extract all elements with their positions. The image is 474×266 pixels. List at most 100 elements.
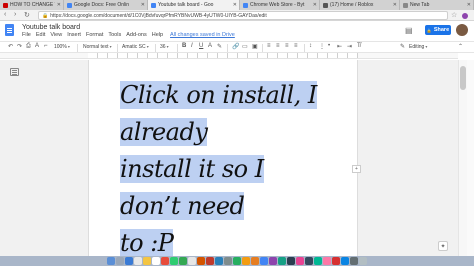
safari-icon[interactable] [125, 257, 133, 265]
launchpad-icon[interactable] [116, 257, 124, 265]
youtube-icon[interactable] [332, 257, 340, 265]
justify-icon[interactable]: ≡ [294, 43, 298, 49]
itunes-icon[interactable] [296, 257, 304, 265]
undo-icon[interactable]: ↶ [8, 43, 13, 50]
system-preferences-icon[interactable] [224, 257, 232, 265]
text-color-icon[interactable]: A [208, 43, 212, 49]
align-right-icon[interactable]: ≡ [285, 43, 289, 49]
bulleted-list-icon[interactable]: • [328, 43, 330, 49]
decrease-indent-icon[interactable]: ⇤ [337, 43, 342, 50]
increase-indent-icon[interactable]: ⇥ [347, 43, 352, 50]
back-icon[interactable]: ‹ [4, 11, 6, 18]
numbered-list-icon[interactable]: ⋮ [319, 43, 325, 50]
share-button[interactable]: 🔒 Share [425, 25, 451, 35]
notes-icon[interactable] [143, 257, 151, 265]
collapse-toolbar-icon[interactable]: ⌃ [458, 43, 463, 50]
app-store-icon[interactable] [215, 257, 223, 265]
add-comment-icon[interactable]: + [352, 165, 361, 173]
print-icon[interactable]: ⎙ [26, 43, 31, 50]
browser-tab[interactable]: (17) Home / Roblox ✕ [320, 0, 400, 10]
quicktime-icon[interactable] [305, 257, 313, 265]
selected-text-line[interactable]: Click on install, I already [120, 81, 317, 146]
link-icon[interactable]: 🔗 [232, 43, 239, 50]
browser-tab[interactable]: Google Docs: Free Onlin ✕ [64, 0, 148, 10]
robux-icon[interactable] [314, 257, 322, 265]
italic-icon[interactable]: I [191, 43, 193, 49]
document-body-text[interactable]: Click on install, I already install it s… [120, 77, 325, 262]
comment-icon[interactable]: ▭ [242, 43, 248, 50]
document-outline-icon[interactable] [10, 68, 19, 76]
menu-addons[interactable]: Add-ons [126, 32, 147, 38]
menu-view[interactable]: View [50, 32, 62, 38]
explore-icon[interactable]: ✦ [438, 241, 448, 251]
messages-icon[interactable] [170, 257, 178, 265]
redo-icon[interactable]: ↷ [17, 43, 22, 50]
garageband-icon[interactable] [323, 257, 331, 265]
finder-icon[interactable] [107, 257, 115, 265]
font-size-select[interactable]: 36 [160, 44, 169, 50]
comments-icon[interactable]: ▤ [405, 26, 413, 35]
avatar[interactable] [456, 24, 468, 36]
save-status[interactable]: All changes saved in Drive [170, 32, 235, 38]
style-select[interactable]: Normal text [83, 44, 112, 50]
menu-tools[interactable]: Tools [108, 32, 121, 38]
browser-tab[interactable]: Chrome Web Store - Byt ✕ [240, 0, 320, 10]
reminders-icon[interactable] [188, 257, 196, 265]
mail-icon[interactable] [341, 257, 349, 265]
calendar-icon[interactable] [152, 257, 160, 265]
downloads-icon[interactable] [350, 257, 358, 265]
editing-mode-select[interactable]: Editing [409, 44, 427, 50]
close-tab-icon[interactable]: ✕ [313, 2, 317, 8]
close-tab-icon[interactable]: ✕ [57, 2, 61, 8]
music-icon[interactable] [161, 257, 169, 265]
books-icon[interactable] [197, 257, 205, 265]
ruler[interactable] [88, 53, 358, 59]
align-center-icon[interactable]: ≡ [276, 43, 280, 49]
menu-edit[interactable]: Edit [36, 32, 45, 38]
imovie-icon[interactable] [269, 257, 277, 265]
extension-icon[interactable] [462, 13, 468, 19]
menu-help[interactable]: Help [152, 32, 163, 38]
bold-icon[interactable]: B [182, 43, 186, 49]
menu-format[interactable]: Format [86, 32, 103, 38]
pages-icon[interactable] [242, 257, 250, 265]
close-tab-icon[interactable]: ✕ [393, 2, 397, 8]
spellcheck-icon[interactable]: A [35, 43, 39, 49]
close-tab-icon[interactable]: ✕ [141, 2, 145, 8]
browser-tab-active[interactable]: Youtube talk board - Goo ✕ [148, 0, 240, 10]
facetime-icon[interactable] [179, 257, 187, 265]
close-tab-icon[interactable]: ✕ [467, 2, 471, 8]
font-select[interactable]: Amatic SC [122, 44, 149, 50]
browser-tab[interactable]: New Tab ✕ [400, 0, 474, 10]
selected-text-line[interactable]: install it so I don’t need [120, 155, 264, 220]
docs-logo-icon[interactable] [5, 24, 14, 36]
selected-text-line[interactable]: to :P [120, 229, 174, 257]
keynote-icon[interactable] [251, 257, 259, 265]
clear-formatting-icon[interactable]: T̸ [357, 43, 361, 49]
forward-icon[interactable]: › [14, 11, 16, 18]
document-title[interactable]: Youtube talk board [22, 24, 80, 31]
paint-format-icon[interactable]: ⌐ [44, 43, 48, 49]
close-tab-icon[interactable]: ✕ [233, 2, 237, 8]
zoom-select[interactable]: 100% [54, 44, 70, 50]
underline-icon[interactable]: U [199, 43, 203, 49]
editing-mode-icon[interactable]: ✎ [400, 43, 405, 50]
image-icon[interactable]: ▣ [252, 43, 258, 50]
photo-booth-icon[interactable] [206, 257, 214, 265]
maps-icon[interactable] [278, 257, 286, 265]
align-left-icon[interactable]: ≡ [267, 43, 271, 49]
photos-icon[interactable] [134, 257, 142, 265]
trash-icon[interactable] [359, 257, 367, 265]
bookmark-star-icon[interactable]: ☆ [451, 11, 457, 19]
numbers-icon[interactable] [233, 257, 241, 265]
chrome-icon[interactable] [260, 257, 268, 265]
browser-tab[interactable]: HOW TO CHANGE YOUR ✕ [0, 0, 64, 10]
scrollbar-thumb[interactable] [460, 66, 466, 90]
url-field[interactable]: 🔒 https://docs.google.com/document/d/1C0… [38, 11, 448, 20]
terminal-icon[interactable] [287, 257, 295, 265]
menu-file[interactable]: File [22, 32, 31, 38]
line-spacing-icon[interactable]: ↕ [309, 43, 312, 49]
menu-insert[interactable]: Insert [67, 32, 81, 38]
vertical-scrollbar[interactable] [458, 60, 467, 256]
reload-icon[interactable]: ↻ [24, 11, 30, 19]
